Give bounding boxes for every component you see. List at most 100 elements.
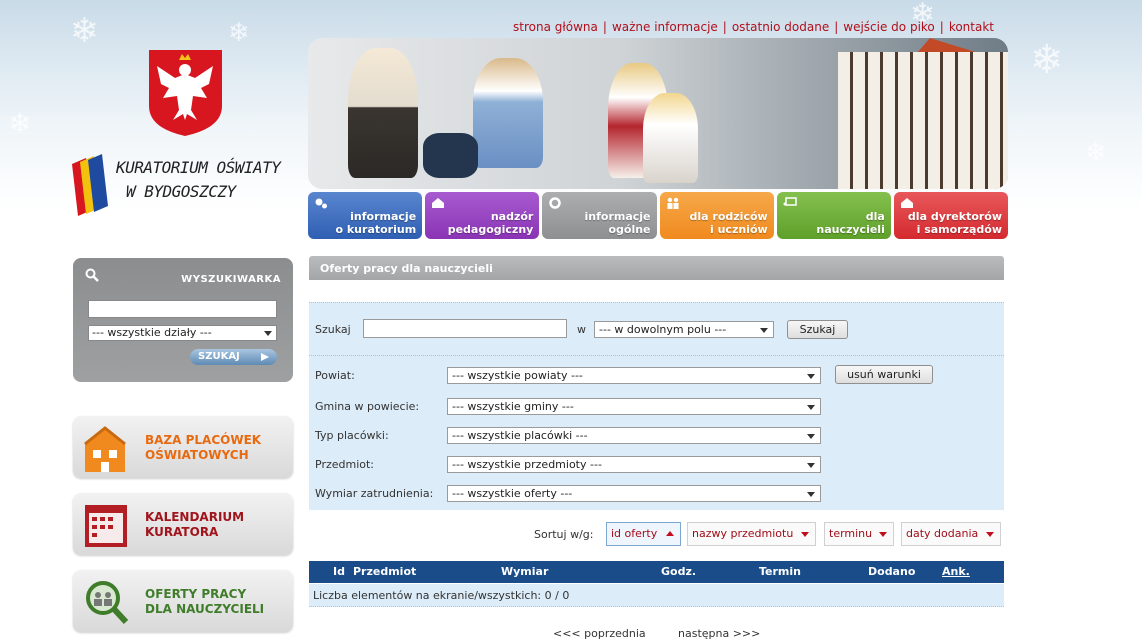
link-home[interactable]: strona główna xyxy=(513,20,598,34)
snowflake-decor: ❄ xyxy=(228,18,250,48)
pager-next[interactable]: następna >>> xyxy=(678,627,760,640)
county-select[interactable]: --- wszystkie powiaty --- xyxy=(447,367,821,384)
link-recently-added[interactable]: ostatnio dodane xyxy=(732,20,829,34)
top-links: strona główna | ważne informacje | ostatnio … xyxy=(513,20,994,34)
snowflake-decor: ❄ xyxy=(8,107,32,140)
sort-label: Sortuj w/g: xyxy=(534,528,594,541)
sidebar-section-select[interactable]: --- wszystkie działy --- xyxy=(88,325,277,341)
select-value: --- w dowolnym polu --- xyxy=(599,323,727,336)
sidebar-box-institutions[interactable]: BAZA PLACÓWEK OŚWIATOWYCH xyxy=(73,416,293,478)
nav-tile-label: i samorządów xyxy=(916,223,1003,236)
board-icon xyxy=(783,197,797,206)
nav-tile-label: dla rodziców xyxy=(689,210,768,223)
nav-tile-label: ogólne xyxy=(608,223,651,236)
nav-tile-teachers[interactable]: dla nauczycieli xyxy=(776,192,891,239)
link-contact[interactable]: kontakt xyxy=(949,20,994,34)
nav-tile-label: dla xyxy=(865,210,885,223)
sidebar-box-job-offers[interactable]: OFERTY PRACY DLA NAUCZYCIELI xyxy=(73,570,293,632)
employment-select[interactable]: --- wszystkie oferty --- xyxy=(447,485,821,502)
search-title: WYSZUKIWARKA xyxy=(181,274,281,285)
chevron-down-icon xyxy=(807,492,815,497)
sidebox-label: OFERTY PRACY DLA NAUCZYCIELI xyxy=(145,587,264,617)
kuratorium-logo[interactable]: KURATORIUM OŚWIATY W BYDGOSZCZY xyxy=(70,150,300,220)
chevron-down-icon xyxy=(879,532,887,537)
sort-by-id-button[interactable]: id oferty xyxy=(606,522,681,546)
column-header-deadline[interactable]: Termin xyxy=(759,565,801,578)
column-header-subject[interactable]: Przedmiot xyxy=(353,565,416,578)
search-button[interactable]: Szukaj xyxy=(787,320,848,339)
sort-by-date-button[interactable]: daty dodania xyxy=(901,522,1001,546)
snowflake-decor: ❄ xyxy=(1030,37,1064,83)
nav-tile-general-info[interactable]: informacje ogólne xyxy=(542,192,657,239)
gear-icon xyxy=(549,197,562,209)
chevron-down-icon xyxy=(264,331,272,336)
institution-type-select[interactable]: --- wszystkie placówki --- xyxy=(447,427,821,444)
column-header-id[interactable]: Id xyxy=(333,565,345,578)
subject-select[interactable]: --- wszystkie przedmioty --- xyxy=(447,456,821,473)
select-value: --- wszystkie placówki --- xyxy=(452,429,588,442)
sidebox-line: DLA NAUCZYCIELI xyxy=(145,602,265,616)
nav-tile-supervision[interactable]: nadzór pedagogiczny xyxy=(425,192,540,239)
link-separator: | xyxy=(834,20,839,34)
pager-previous[interactable]: <<< poprzednia xyxy=(553,627,646,640)
table-count-row: Liczba elementów na ekranie/wszystkich: … xyxy=(309,584,1004,607)
select-value: --- wszystkie przedmioty --- xyxy=(452,458,602,471)
sidebox-label: KALENDARIUM KURATORA xyxy=(145,510,244,540)
people-icon xyxy=(667,197,679,209)
nav-tile-label: dla dyrektorów xyxy=(907,210,1003,223)
offers-search-input[interactable] xyxy=(363,319,567,338)
sort-by-subject-button[interactable]: nazwy przedmiotu xyxy=(687,522,816,546)
nav-tile-about[interactable]: informacje o kuratorium xyxy=(308,192,423,239)
button-label: SZUKAJ xyxy=(198,351,240,362)
main-nav: informacje o kuratorium nadzór pedagogiczn… xyxy=(308,192,1009,239)
house-icon xyxy=(900,198,913,208)
nav-tile-parents-students[interactable]: dla rodziców i uczniów xyxy=(659,192,774,239)
sidebox-line: KALENDARIUM xyxy=(145,510,245,524)
sort-by-deadline-button[interactable]: terminu xyxy=(824,522,894,546)
sidebox-line: OŚWIATOWYCH xyxy=(145,448,249,462)
link-separator: | xyxy=(939,20,944,34)
filter-label: Gmina w powiecie: xyxy=(315,400,420,413)
header-banner-image xyxy=(308,38,1008,189)
sidebar-box-calendar[interactable]: KALENDARIUM KURATORA xyxy=(73,493,293,555)
sidebox-line: BAZA PLACÓWEK xyxy=(145,433,262,447)
eagle-emblem-icon[interactable] xyxy=(147,48,224,138)
sidebox-label: BAZA PLACÓWEK OŚWIATOWYCH xyxy=(145,433,261,463)
select-value: --- wszystkie oferty --- xyxy=(452,487,573,500)
link-important-info[interactable]: ważne informacje xyxy=(612,20,718,34)
nav-tile-label: i uczniów xyxy=(710,223,768,236)
search-label: Szukaj xyxy=(315,323,351,336)
column-header-scope[interactable]: Wymiar xyxy=(501,565,548,578)
play-arrow-icon xyxy=(261,353,269,361)
column-header-survey[interactable]: Ank. xyxy=(942,565,970,578)
calendar-icon xyxy=(85,505,127,547)
link-piko[interactable]: wejście do piko xyxy=(843,20,935,34)
nav-tile-label: informacje xyxy=(584,210,651,223)
page-title: Oferty pracy dla nauczycieli xyxy=(309,256,1004,280)
people-search-icon xyxy=(86,581,129,625)
filters-panel: Szukaj w --- w dowolnym polu --- Szukaj … xyxy=(309,302,1004,510)
sort-option-label: daty dodania xyxy=(906,527,979,540)
divider xyxy=(309,355,1004,356)
gears-icon xyxy=(315,198,327,209)
link-separator: | xyxy=(602,20,607,34)
nav-tile-label: o kuratorium xyxy=(335,223,417,236)
filter-label: Przedmiot: xyxy=(315,458,375,471)
link-separator: | xyxy=(722,20,727,34)
chevron-up-icon xyxy=(666,531,674,536)
chevron-down-icon xyxy=(807,434,815,439)
snowflake-decor: ❄ xyxy=(70,11,99,51)
nav-tile-label: informacje xyxy=(350,210,417,223)
nav-tile-directors[interactable]: dla dyrektorów i samorządów xyxy=(893,192,1009,239)
clear-conditions-button[interactable]: usuń warunki xyxy=(835,365,933,384)
brand-line-1: KURATORIUM OŚWIATY xyxy=(116,158,281,177)
sidebox-line: KURATORA xyxy=(145,525,219,539)
sidebar-search-button[interactable]: SZUKAJ xyxy=(190,349,277,365)
column-header-added[interactable]: Dodano xyxy=(868,565,915,578)
search-field-select[interactable]: --- w dowolnym polu --- xyxy=(594,321,774,338)
column-header-hours[interactable]: Godz. xyxy=(661,565,696,578)
sort-option-label: nazwy przedmiotu xyxy=(692,527,794,540)
sidebar-search-input[interactable] xyxy=(88,300,277,318)
chevron-down-icon xyxy=(801,532,809,537)
municipality-select[interactable]: --- wszystkie gminy --- xyxy=(447,398,821,415)
